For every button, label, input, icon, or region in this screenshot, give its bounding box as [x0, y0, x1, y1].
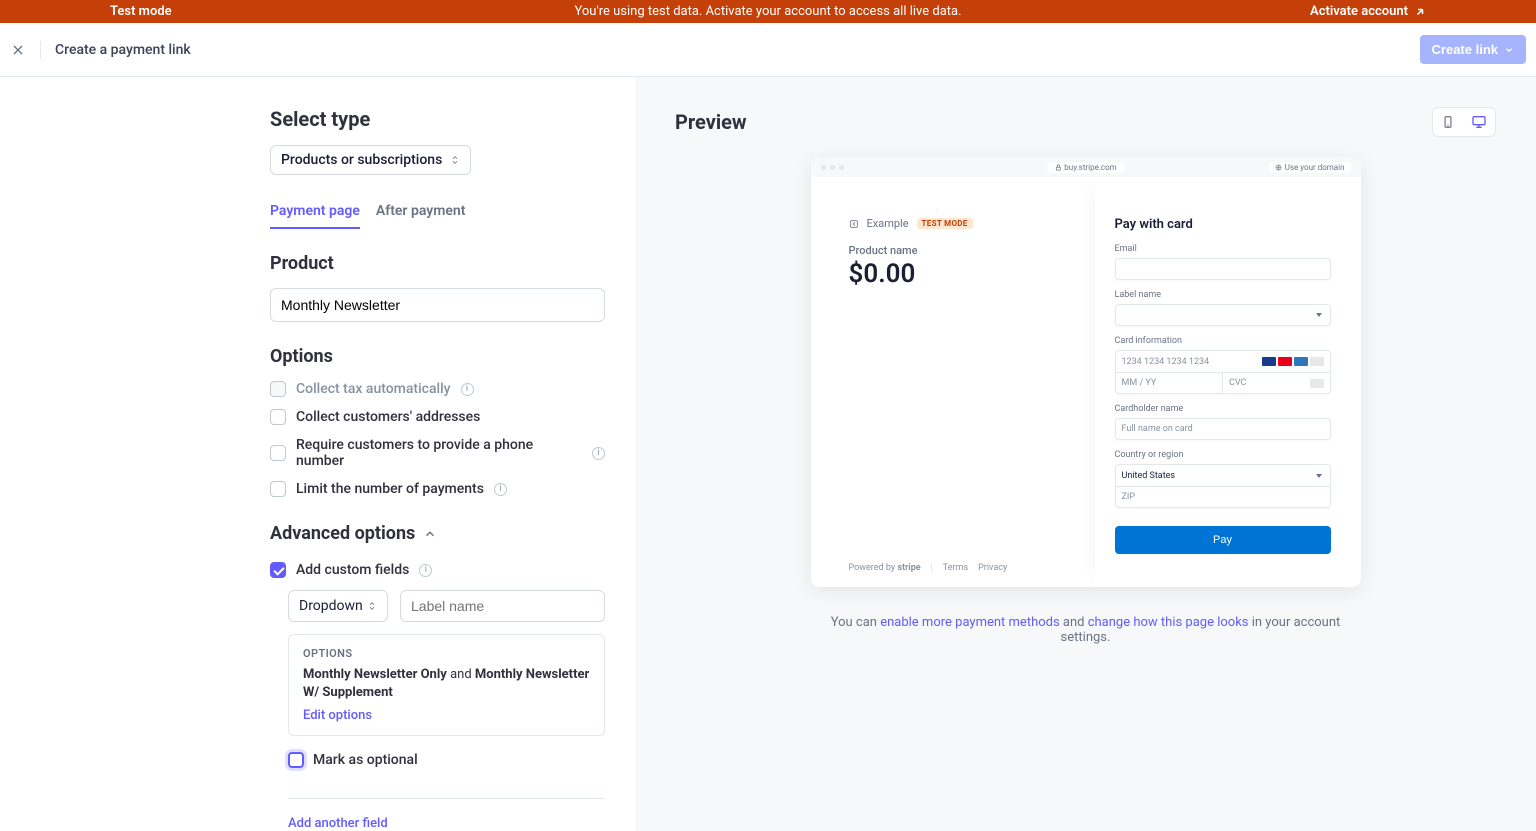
tabs: Payment page After payment — [270, 203, 605, 229]
lock-icon — [1054, 164, 1061, 171]
collect-tax-label: Collect tax automatically — [296, 381, 451, 397]
card-number-input[interactable]: 1234 1234 1234 1234 — [1115, 350, 1331, 372]
add-another-field-link[interactable]: Add another field — [288, 816, 388, 831]
discover-icon — [1310, 357, 1324, 366]
external-link-icon — [1414, 6, 1426, 18]
browser-chrome: buy.stripe.com Use your domain — [811, 157, 1361, 177]
banner-message: You're using test data. Activate your ac… — [574, 4, 961, 19]
close-icon — [10, 42, 26, 58]
field-type-dropdown[interactable]: Dropdown — [288, 590, 388, 622]
tab-after-payment[interactable]: After payment — [376, 203, 466, 229]
options-summary-box: OPTIONS Monthly Newsletter Only and Mont… — [288, 634, 605, 736]
mobile-preview-button[interactable] — [1433, 108, 1463, 136]
url-bar: buy.stripe.com — [1046, 162, 1124, 173]
info-icon[interactable]: i — [494, 483, 507, 496]
custom-fields-checkbox[interactable] — [270, 562, 286, 578]
change-page-looks-link[interactable]: change how this page looks — [1088, 615, 1249, 630]
close-button[interactable] — [10, 38, 26, 62]
collect-tax-checkbox — [270, 381, 286, 397]
cvc-icon — [1310, 379, 1324, 388]
options-box-header: OPTIONS — [303, 647, 590, 660]
require-phone-label: Require customers to provide a phone num… — [296, 437, 582, 469]
header-bar: Create a payment link Create link — [0, 23, 1536, 77]
cardholder-input[interactable]: Full name on card — [1115, 418, 1331, 440]
limit-payments-label: Limit the number of payments — [296, 481, 484, 497]
mobile-icon — [1441, 114, 1455, 130]
email-input[interactable] — [1115, 258, 1331, 280]
preview-pane: Preview buy.stripe.com Use your — [635, 77, 1536, 831]
preview-heading: Preview — [675, 110, 747, 134]
test-mode-banner: Test mode You're using test data. Activa… — [0, 0, 1536, 23]
browser-mockup: buy.stripe.com Use your domain Example T… — [811, 157, 1361, 587]
country-select[interactable]: United States — [1115, 464, 1331, 486]
back-icon — [849, 219, 859, 229]
type-selector[interactable]: Products or subscriptions — [270, 145, 471, 175]
test-mode-badge: TEST MODE — [917, 218, 973, 229]
mark-optional-label: Mark as optional — [313, 752, 418, 768]
zip-input[interactable]: ZIP — [1115, 486, 1331, 508]
custom-field-dropdown[interactable] — [1115, 304, 1331, 326]
product-input[interactable] — [270, 288, 605, 322]
info-icon[interactable]: i — [461, 383, 474, 396]
enable-payment-methods-link[interactable]: enable more payment methods — [880, 615, 1059, 630]
globe-icon — [1275, 164, 1282, 171]
banner-left-label: Test mode — [110, 4, 172, 19]
helper-text: You can enable more payment methods and … — [811, 615, 1361, 645]
create-link-button[interactable]: Create link — [1420, 35, 1526, 64]
activate-account-link[interactable]: Activate account — [1310, 4, 1426, 19]
checkout-footer: Powered by stripe | Terms Privacy — [849, 563, 1065, 573]
updown-icon — [450, 154, 460, 166]
require-phone-checkbox[interactable] — [270, 445, 286, 461]
mark-optional-checkbox[interactable] — [288, 752, 304, 768]
price-display: $0.00 — [849, 259, 1065, 289]
desktop-preview-button[interactable] — [1463, 108, 1495, 136]
expiry-input[interactable]: MM / YY — [1115, 372, 1223, 394]
device-toggle — [1432, 107, 1496, 137]
chevron-up-icon — [423, 527, 437, 541]
amex-icon — [1294, 357, 1308, 366]
form-pane: Select type Products or subscriptions Pa… — [0, 77, 635, 831]
pay-button[interactable]: Pay — [1115, 526, 1331, 554]
chevron-down-icon — [1504, 45, 1514, 55]
divider — [40, 41, 41, 59]
mastercard-icon — [1278, 357, 1292, 366]
options-heading: Options — [270, 346, 605, 367]
page-title: Create a payment link — [55, 42, 191, 58]
product-heading: Product — [270, 253, 605, 274]
collect-address-label: Collect customers' addresses — [296, 409, 480, 425]
use-your-domain-link[interactable]: Use your domain — [1269, 162, 1351, 173]
privacy-link[interactable]: Privacy — [978, 563, 1007, 573]
edit-options-link[interactable]: Edit options — [303, 708, 590, 723]
visa-icon — [1262, 357, 1276, 366]
limit-payments-checkbox[interactable] — [270, 481, 286, 497]
checkout-summary: Example TEST MODE Product name $0.00 Pow… — [811, 177, 1095, 587]
info-icon[interactable]: i — [419, 564, 432, 577]
select-type-heading: Select type — [270, 107, 605, 131]
pay-with-card-title: Pay with card — [1115, 217, 1331, 232]
custom-fields-label: Add custom fields — [296, 562, 409, 578]
collect-address-checkbox[interactable] — [270, 409, 286, 425]
desktop-icon — [1471, 114, 1487, 130]
info-icon[interactable]: i — [592, 447, 605, 460]
cvc-input[interactable]: CVC — [1222, 372, 1331, 394]
updown-icon — [367, 600, 377, 612]
terms-link[interactable]: Terms — [943, 563, 968, 573]
tab-payment-page[interactable]: Payment page — [270, 203, 360, 229]
field-label-input[interactable] — [400, 590, 605, 622]
checkout-form: Pay with card Email Label name Card info… — [1095, 177, 1361, 587]
advanced-options-toggle[interactable]: Advanced options — [270, 523, 605, 544]
product-name-label: Product name — [849, 244, 1065, 257]
